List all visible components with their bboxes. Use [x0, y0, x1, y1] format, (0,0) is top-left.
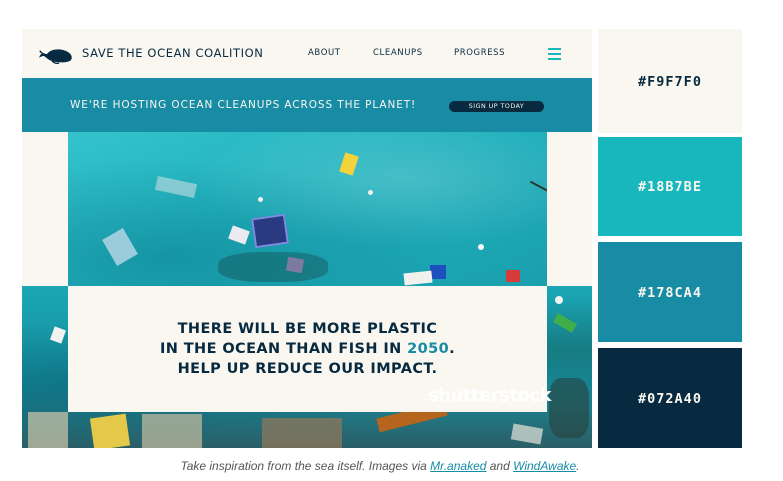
- message-line-3: HELP UP REDUCE OUR IMPACT.: [177, 361, 438, 377]
- nav-about[interactable]: ABOUT: [308, 48, 341, 58]
- ocean-plastic-image-top: [68, 132, 547, 286]
- caption-link-windawake[interactable]: WindAwake: [513, 459, 576, 473]
- site-header: SAVE THE OCEAN COALITION ABOUT CLEANUPS …: [22, 29, 592, 78]
- caption-link-mranaked[interactable]: Mr.anaked: [430, 459, 486, 473]
- shutterstock-watermark: shutterstock: [428, 385, 551, 406]
- banner-text: WE'RE HOSTING OCEAN CLEANUPS ACROSS THE …: [70, 99, 417, 111]
- nav-progress[interactable]: PROGRESS: [454, 48, 505, 58]
- message-line-2-suffix: .: [449, 341, 456, 357]
- swatch-2-label: #18B7BE: [638, 179, 702, 195]
- brand-name[interactable]: SAVE THE OCEAN COALITION: [82, 46, 264, 60]
- swatch-3-label: #178CA4: [638, 285, 702, 301]
- caption-conjunction: and: [486, 459, 514, 473]
- image-caption: Take inspiration from the sea itself. Im…: [0, 459, 760, 473]
- color-swatch-3: #178CA4: [598, 242, 742, 342]
- swatch-1-label: #F9F7F0: [638, 74, 702, 90]
- announcement-banner: WE'RE HOSTING OCEAN CLEANUPS ACROSS THE …: [22, 78, 592, 132]
- sign-up-button[interactable]: SIGN UP TODAY: [449, 101, 544, 112]
- year-highlight: 2050: [407, 341, 450, 357]
- message-line-1: THERE WILL BE MORE PLASTIC: [177, 321, 438, 337]
- caption-period: .: [576, 459, 580, 473]
- nav-cleanups[interactable]: CLEANUPS: [373, 48, 423, 58]
- swatch-4-label: #072A40: [638, 391, 702, 407]
- caption-text: Take inspiration from the sea itself. Im…: [180, 459, 431, 473]
- color-swatch-1: #F9F7F0: [598, 29, 742, 133]
- color-swatch-4: #072A40: [598, 348, 742, 448]
- message-line-2: IN THE OCEAN THAN FISH IN 2050.: [68, 341, 547, 357]
- whale-icon[interactable]: [38, 44, 74, 64]
- color-swatch-2: #18B7BE: [598, 137, 742, 236]
- message-line-2-text: IN THE OCEAN THAN FISH IN: [159, 341, 408, 357]
- hamburger-menu-icon[interactable]: [548, 48, 561, 60]
